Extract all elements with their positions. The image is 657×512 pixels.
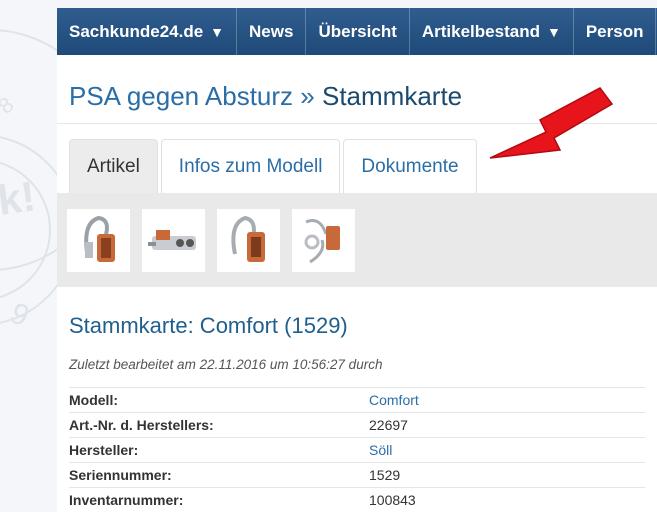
- modell-link[interactable]: Comfort: [369, 387, 645, 413]
- nav-item-person[interactable]: Person: [574, 8, 657, 55]
- nav-item-label: Artikelbestand: [421, 21, 540, 41]
- svg-text:8: 8: [0, 92, 19, 119]
- hersteller-link[interactable]: Söll: [369, 437, 645, 463]
- card-title: Stammkarte: Comfort (1529): [69, 313, 348, 338]
- chevron-down-icon: ▼: [210, 23, 225, 40]
- fall-arrester-image: [83, 215, 115, 262]
- product-thumbnail-4[interactable]: [292, 208, 355, 272]
- nav-item-label: Sachkunde24.de: [69, 21, 204, 41]
- tab-infos-zum-modell[interactable]: Infos zum Modell: [160, 139, 341, 193]
- row-value: 22697: [369, 412, 645, 438]
- tab-dokumente[interactable]: Dokumente: [343, 139, 477, 193]
- product-thumbnail-2[interactable]: [142, 208, 205, 272]
- nav-item-artikelbestand[interactable]: Artikelbestand ▼: [410, 8, 574, 55]
- fall-arrester-image: [230, 215, 265, 262]
- breadcrumb-current: Stammkarte: [321, 81, 463, 111]
- table-row: Art.-Nr. d. Herstellers: 22697: [69, 412, 645, 438]
- table-row: Modell: Comfort: [69, 387, 645, 413]
- nav-item-sachkunde24[interactable]: Sachkunde24.de ▼: [57, 8, 238, 55]
- details-table: Modell: Comfort Art.-Nr. d. Herstellers:…: [69, 387, 645, 512]
- nav-item-label: Person: [585, 21, 644, 41]
- breadcrumb-parent-link[interactable]: PSA gegen Absturz: [69, 81, 293, 111]
- top-navigation: Sachkunde24.de ▼ News Übersicht Artikelb…: [57, 8, 657, 55]
- row-label: Inventarnummer:: [69, 487, 369, 512]
- row-label: Art.-Nr. d. Herstellers:: [69, 412, 369, 438]
- breadcrumb-separator: »: [300, 81, 315, 111]
- table-row: Inventarnummer: 100843: [69, 487, 645, 512]
- nav-item-label: News: [249, 21, 294, 41]
- svg-text:k!: k!: [0, 172, 38, 224]
- row-value: 1529: [369, 462, 645, 488]
- chevron-down-icon: ▼: [546, 23, 561, 40]
- tab-bar: Artikel Infos zum Modell Dokumente: [69, 139, 480, 194]
- row-value: 100843: [369, 487, 645, 512]
- row-label: Modell:: [69, 387, 369, 413]
- product-thumbnail-3[interactable]: [217, 208, 280, 272]
- fall-arrester-image: [304, 219, 340, 264]
- svg-text:9: 9: [5, 296, 34, 333]
- image-thumbnail-strip: [57, 193, 657, 287]
- table-row: Seriennummer: 1529: [69, 462, 645, 488]
- product-thumbnail-1[interactable]: [67, 208, 130, 272]
- row-label: Seriennummer:: [69, 462, 369, 488]
- fall-arrester-image: [147, 230, 196, 250]
- nav-item-uebersicht[interactable]: Übersicht: [306, 8, 410, 55]
- page-title: PSA gegen Absturz » Stammkarte: [69, 81, 462, 112]
- nav-item-news[interactable]: News: [237, 8, 307, 55]
- row-label: Hersteller:: [69, 437, 369, 463]
- last-edited-info: Zuletzt bearbeitet am 22.11.2016 um 10:5…: [69, 357, 383, 372]
- red-arrow-annotation: [489, 87, 614, 159]
- nav-item-label: Übersicht: [318, 21, 397, 41]
- table-row: Hersteller: Söll: [69, 437, 645, 463]
- tab-artikel[interactable]: Artikel: [69, 139, 158, 193]
